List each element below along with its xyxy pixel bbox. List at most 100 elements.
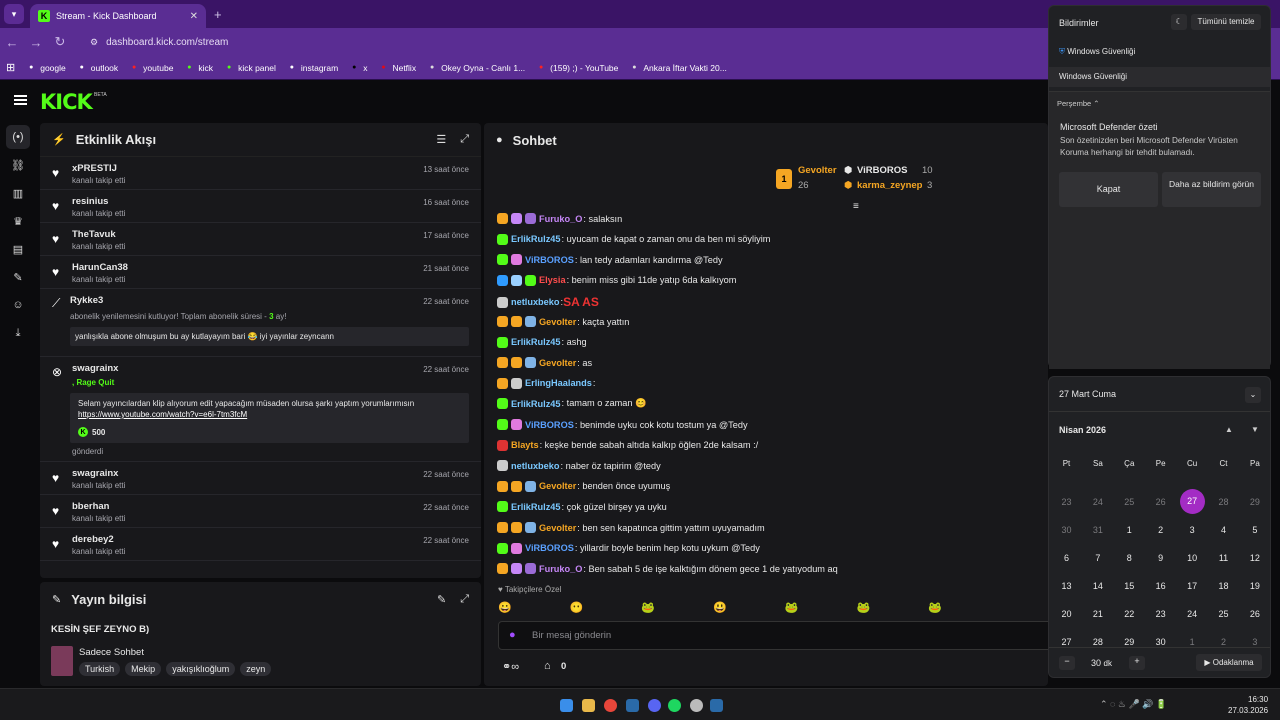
app-group-header[interactable]: Windows Güvenliği [1049,67,1270,87]
close-tab-icon[interactable]: ✕ [190,11,198,22]
store-icon[interactable]: ⌂ [544,660,551,672]
calendar-day[interactable]: 23 [1145,609,1176,619]
bookmark-7[interactable]: ● Netflix [378,63,416,73]
calendar-day[interactable]: 28 [1082,637,1113,647]
event-username[interactable]: derebey2 [72,534,469,545]
calendar-day[interactable]: 5 [1239,525,1270,535]
stream-tag[interactable]: yakışıklıoğlum [166,662,236,676]
event-username[interactable]: bberhan [72,501,469,512]
steam-icon[interactable] [626,699,639,712]
start-icon[interactable] [560,699,573,712]
next-month-icon[interactable]: ▼ [1251,425,1259,434]
chat-username[interactable]: ViRBOROS [525,543,574,553]
steam2-icon[interactable] [710,699,723,712]
calendar-day[interactable]: 19 [1239,581,1270,591]
calendar-day[interactable]: 15 [1114,581,1145,591]
chat-username[interactable]: Furuko_O [539,564,582,574]
popout-icon[interactable]: ⤢ [460,133,469,146]
calendar-day[interactable]: 16 [1145,581,1176,591]
chat-username[interactable]: netluxbeko [511,297,560,307]
wrench-icon[interactable]: ✎ [6,265,30,289]
popout-icon[interactable]: ⤢ [460,593,469,606]
chat-username[interactable]: ViRBOROS [525,255,574,265]
bookmark-10[interactable]: ● Ankara İftar Vakti 20... [629,63,727,73]
discord-icon[interactable] [648,699,661,712]
chat-username[interactable]: Gevolter [539,481,576,491]
calendar-day[interactable]: 7 [1082,553,1113,563]
close-notification-button[interactable]: Kapat [1059,172,1158,207]
stream-icon[interactable]: (•) [6,125,30,149]
mic-icon[interactable]: ● [509,629,516,641]
event-username[interactable]: HarunCan38 [72,262,469,273]
calendar-day[interactable]: 2 [1145,525,1176,535]
calendar-day[interactable]: 31 [1082,525,1113,535]
bookmark-0[interactable]: ● google [26,63,66,73]
calendar-day[interactable]: 3 [1239,637,1270,647]
calendar-day[interactable]: 3 [1177,525,1208,535]
bookmark-5[interactable]: ● instagram [287,63,338,73]
decrease-focus-button[interactable]: − [1059,656,1075,670]
bookmark-8[interactable]: ● Okey Oyna - Canlı 1... [427,63,525,73]
calendar-month[interactable]: Nisan 2026 [1059,425,1106,435]
link-icon[interactable]: ⛓ [6,153,30,177]
chat-username[interactable]: Elysia [539,275,566,285]
app-icon[interactable] [690,699,703,712]
calendar-day[interactable]: 9 [1145,553,1176,563]
calendar-day[interactable]: 25 [1208,609,1239,619]
chat-username[interactable]: Gevolter [539,358,576,368]
browser-tab[interactable]: K Stream - Kick Dashboard ✕ [30,4,206,28]
calendar-day[interactable]: 13 [1051,581,1082,591]
calendar-day[interactable]: 14 [1082,581,1113,591]
prev-month-icon[interactable]: ▲ [1225,425,1233,434]
calendar-day[interactable]: 1 [1114,525,1145,535]
calendar-day[interactable]: 30 [1051,525,1082,535]
address-bar[interactable]: ⚙ dashboard.kick.com/stream [80,31,1080,53]
site-info-icon[interactable]: ⚙ [90,37,98,48]
bookmark-4[interactable]: ● kick panel [224,63,276,73]
chat-settings-icon[interactable]: ⚭∞ [502,660,519,673]
chat-username[interactable]: ErlikRulz45 [511,337,561,347]
calendar-day[interactable]: 8 [1114,553,1145,563]
emote-row[interactable]: 😀😶🐸😃🐸🐸🐸 [498,601,1038,619]
calendar-day[interactable]: 2 [1208,637,1239,647]
chat-username[interactable]: Gevolter [539,523,576,533]
leader-name[interactable]: karma_zeynep [857,180,922,191]
leader-name[interactable]: ViRBOROS [857,165,908,176]
bookmark-1[interactable]: ● outlook [77,63,119,73]
calendar-day[interactable]: 23 [1051,497,1082,507]
chat-username[interactable]: ErlikRulz45 [511,234,561,244]
calendar-day[interactable]: 6 [1051,553,1082,563]
stream-tag[interactable]: Turkish [79,662,121,676]
kick-logo[interactable]: KICK [40,90,93,114]
chrome-icon[interactable] [604,699,617,712]
trophy-icon[interactable]: ♛ [6,209,30,233]
bookmark-9[interactable]: ● (159) ;) - YouTube [536,63,618,73]
calendar-day[interactable]: 21 [1082,609,1113,619]
youtube-link[interactable]: https://www.youtube.com/watch?v=e6l-7tm3… [78,410,461,419]
event-username[interactable]: xPRESTIJ [72,163,469,174]
focus-bell-icon[interactable]: ☾ [1171,14,1187,30]
clock[interactable]: 16:30 27.03.2026 [1228,694,1268,716]
calendar-day[interactable]: 10 [1177,553,1208,563]
calendar-day[interactable]: 22 [1114,609,1145,619]
bookmark-2[interactable]: ● youtube [129,63,173,73]
leaderboard-toggle-icon[interactable]: ≡ [853,201,859,212]
chat-input[interactable]: ● Bir mesaj gönderin [498,621,1048,650]
filter-icon[interactable]: ☰ [436,133,446,146]
spotify-icon[interactable] [668,699,681,712]
reload-icon[interactable]: ↻ [48,34,72,50]
calendar-day[interactable]: 11 [1208,553,1239,563]
focus-start-button[interactable]: ▶ Odaklanma [1196,654,1262,671]
new-tab-icon[interactable]: + [214,7,222,22]
chat-username[interactable]: ErlingHaalands [525,378,592,388]
calendar-day[interactable]: 27 [1179,489,1205,514]
chat-username[interactable]: Furuko_O [539,214,582,224]
chat-username[interactable]: Gevolter [539,317,576,327]
calendar-day[interactable]: 26 [1145,497,1176,507]
chat-username[interactable]: ErlikRulz45 [511,399,561,409]
chat-username[interactable]: netluxbeko [511,461,560,471]
community-icon[interactable]: ☺ [6,293,30,317]
chat-username[interactable]: ErlikRulz45 [511,502,561,512]
system-tray-icons[interactable]: ⌃ ◌ ♨ 🎤 🔊 🔋 [1100,699,1167,710]
calendar-day[interactable]: 12 [1239,553,1270,563]
